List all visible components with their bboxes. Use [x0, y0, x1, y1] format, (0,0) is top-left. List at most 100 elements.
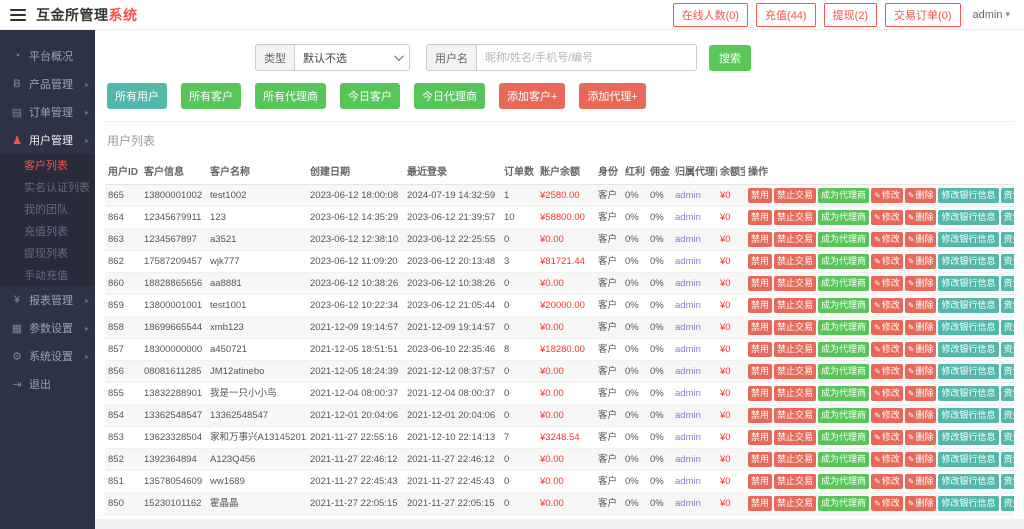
header-stat-button-3[interactable]: 交易订单(0)	[885, 3, 960, 27]
sidebar-subitem[interactable]: 充值列表	[0, 220, 95, 242]
action-button-2[interactable]: 成为代理商	[818, 496, 869, 511]
action-button-5[interactable]: 修改银行信息	[938, 298, 998, 313]
action-button-0[interactable]: 禁用	[748, 298, 772, 313]
action-button-1[interactable]: 禁止交易	[774, 386, 816, 401]
quick-button-6[interactable]: 添加代理+	[579, 83, 645, 109]
action-button-2[interactable]: 成为代理商	[818, 408, 869, 423]
action-button-5[interactable]: 修改银行信息	[938, 496, 998, 511]
action-button-0[interactable]: 禁用	[748, 210, 772, 225]
action-button-0[interactable]: 禁用	[748, 408, 772, 423]
action-button-2[interactable]: 成为代理商	[818, 452, 869, 467]
action-button-5[interactable]: 修改银行信息	[938, 320, 998, 335]
action-button-5[interactable]: 修改银行信息	[938, 452, 998, 467]
action-button-5[interactable]: 修改银行信息	[938, 408, 998, 423]
action-button-3[interactable]: ✎修改	[871, 298, 903, 313]
sidebar-subitem[interactable]: 手动充值	[0, 264, 95, 286]
action-button-1[interactable]: 禁止交易	[774, 232, 816, 247]
action-button-4[interactable]: ✎删除	[905, 430, 937, 445]
quick-button-2[interactable]: 所有代理商	[255, 83, 326, 109]
action-button-6[interactable]: 资金报表	[1001, 320, 1015, 335]
action-button-4[interactable]: ✎删除	[905, 188, 937, 203]
action-button-5[interactable]: 修改银行信息	[938, 474, 998, 489]
agent-link[interactable]: admin	[675, 300, 701, 311]
action-button-0[interactable]: 禁用	[748, 496, 772, 511]
action-button-3[interactable]: ✎修改	[871, 210, 903, 225]
action-button-2[interactable]: 成为代理商	[818, 342, 869, 357]
action-button-4[interactable]: ✎删除	[905, 276, 937, 291]
action-button-1[interactable]: 禁止交易	[774, 320, 816, 335]
username-input[interactable]	[476, 44, 697, 71]
sidebar-subitem[interactable]: 提现列表	[0, 242, 95, 264]
quick-button-4[interactable]: 今日代理商	[414, 83, 485, 109]
action-button-6[interactable]: 资金报表	[1001, 342, 1015, 357]
action-button-0[interactable]: 禁用	[748, 364, 772, 379]
agent-link[interactable]: admin	[675, 212, 701, 223]
action-button-4[interactable]: ✎删除	[905, 408, 937, 423]
sidebar-item-params[interactable]: ▦参数设置▸	[0, 314, 95, 342]
action-button-2[interactable]: 成为代理商	[818, 364, 869, 379]
action-button-1[interactable]: 禁止交易	[774, 298, 816, 313]
action-button-5[interactable]: 修改银行信息	[938, 386, 998, 401]
action-button-2[interactable]: 成为代理商	[818, 298, 869, 313]
action-button-6[interactable]: 资金报表	[1001, 210, 1015, 225]
action-button-3[interactable]: ✎修改	[871, 188, 903, 203]
sidebar-item-bitcoin[interactable]: Ƀ产品管理▸	[0, 70, 95, 98]
agent-link[interactable]: admin	[675, 344, 701, 355]
action-button-4[interactable]: ✎删除	[905, 254, 937, 269]
action-button-0[interactable]: 禁用	[748, 276, 772, 291]
action-button-1[interactable]: 禁止交易	[774, 188, 816, 203]
action-button-1[interactable]: 禁止交易	[774, 496, 816, 511]
action-button-1[interactable]: 禁止交易	[774, 474, 816, 489]
sidebar-item-gear[interactable]: ⚙系统设置▸	[0, 342, 95, 370]
action-button-2[interactable]: 成为代理商	[818, 386, 869, 401]
action-button-6[interactable]: 资金报表	[1001, 276, 1015, 291]
action-button-1[interactable]: 禁止交易	[774, 276, 816, 291]
type-select[interactable]: 默认不选	[294, 44, 410, 71]
action-button-5[interactable]: 修改银行信息	[938, 430, 998, 445]
action-button-5[interactable]: 修改银行信息	[938, 276, 998, 291]
action-button-3[interactable]: ✎修改	[871, 496, 903, 511]
action-button-1[interactable]: 禁止交易	[774, 452, 816, 467]
agent-link[interactable]: admin	[675, 234, 701, 245]
action-button-4[interactable]: ✎删除	[905, 210, 937, 225]
action-button-2[interactable]: 成为代理商	[818, 320, 869, 335]
action-button-0[interactable]: 禁用	[748, 452, 772, 467]
agent-link[interactable]: admin	[675, 454, 701, 465]
action-button-3[interactable]: ✎修改	[871, 276, 903, 291]
action-button-4[interactable]: ✎删除	[905, 298, 937, 313]
action-button-6[interactable]: 资金报表	[1001, 452, 1015, 467]
agent-link[interactable]: admin	[675, 256, 701, 267]
header-stat-button-1[interactable]: 充值(44)	[756, 3, 816, 27]
sidebar-item-user[interactable]: ♟用户管理▸	[0, 126, 95, 154]
action-button-0[interactable]: 禁用	[748, 254, 772, 269]
action-button-4[interactable]: ✎删除	[905, 232, 937, 247]
agent-link[interactable]: admin	[675, 322, 701, 333]
action-button-5[interactable]: 修改银行信息	[938, 232, 998, 247]
admin-user-menu[interactable]: admin▾	[969, 9, 1015, 21]
action-button-5[interactable]: 修改银行信息	[938, 342, 998, 357]
action-button-2[interactable]: 成为代理商	[818, 232, 869, 247]
action-button-2[interactable]: 成为代理商	[818, 430, 869, 445]
action-button-0[interactable]: 禁用	[748, 232, 772, 247]
sidebar-subitem[interactable]: 实名认证列表	[0, 176, 95, 198]
action-button-3[interactable]: ✎修改	[871, 452, 903, 467]
action-button-4[interactable]: ✎删除	[905, 364, 937, 379]
action-button-3[interactable]: ✎修改	[871, 254, 903, 269]
search-button[interactable]: 搜索	[709, 45, 751, 71]
action-button-6[interactable]: 资金报表	[1001, 408, 1015, 423]
action-button-6[interactable]: 资金报表	[1001, 386, 1015, 401]
action-button-4[interactable]: ✎删除	[905, 496, 937, 511]
action-button-3[interactable]: ✎修改	[871, 364, 903, 379]
sidebar-item-logout[interactable]: ⇥退出	[0, 370, 95, 398]
action-button-0[interactable]: 禁用	[748, 320, 772, 335]
action-button-4[interactable]: ✎删除	[905, 474, 937, 489]
action-button-3[interactable]: ✎修改	[871, 408, 903, 423]
action-button-1[interactable]: 禁止交易	[774, 364, 816, 379]
quick-button-5[interactable]: 添加客户+	[499, 83, 565, 109]
action-button-0[interactable]: 禁用	[748, 474, 772, 489]
action-button-2[interactable]: 成为代理商	[818, 210, 869, 225]
action-button-3[interactable]: ✎修改	[871, 342, 903, 357]
action-button-2[interactable]: 成为代理商	[818, 474, 869, 489]
action-button-6[interactable]: 资金报表	[1001, 254, 1015, 269]
action-button-4[interactable]: ✎删除	[905, 452, 937, 467]
